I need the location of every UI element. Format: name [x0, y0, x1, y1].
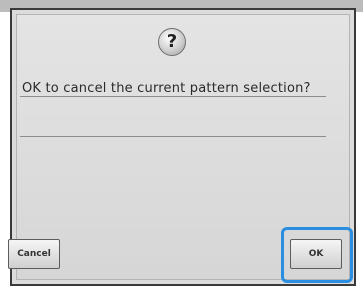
divider-bottom	[20, 136, 326, 137]
dialog-message: OK to cancel the current pattern selecti…	[22, 81, 311, 96]
cancel-button[interactable]: Cancel	[8, 239, 60, 269]
screen: ? OK to cancel the current pattern selec…	[0, 0, 363, 296]
ok-button[interactable]: OK	[290, 239, 342, 269]
question-icon: ?	[158, 28, 186, 56]
